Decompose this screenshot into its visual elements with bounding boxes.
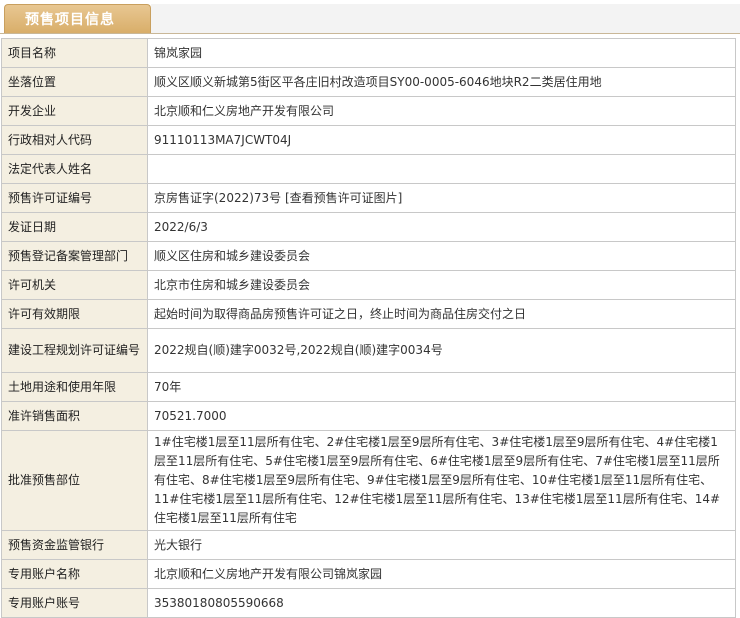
table-row: 建设工程规划许可证编号 2022规自(顺)建字0032号,2022规自(顺)建字… bbox=[1, 328, 736, 373]
row-label: 建设工程规划许可证编号 bbox=[1, 328, 148, 373]
row-value: 锦岚家园 bbox=[147, 38, 736, 68]
table-row: 项目名称 锦岚家园 bbox=[1, 38, 736, 68]
table-row: 专用账户名称 北京顺和仁义房地产开发有限公司锦岚家园 bbox=[1, 559, 736, 589]
row-value: 光大银行 bbox=[147, 530, 736, 560]
row-label: 预售许可证编号 bbox=[1, 183, 148, 213]
row-value bbox=[147, 154, 736, 184]
tab-bar-background bbox=[151, 4, 740, 34]
row-value: 北京市住房和城乡建设委员会 bbox=[147, 270, 736, 300]
row-label: 预售资金监管银行 bbox=[1, 530, 148, 560]
row-value: 1#住宅楼1层至11层所有住宅、2#住宅楼1层至9层所有住宅、3#住宅楼1层至9… bbox=[147, 430, 736, 531]
table-row: 许可有效期限 起始时间为取得商品房预售许可证之日，终止时间为商品住房交付之日 bbox=[1, 299, 736, 329]
row-label: 土地用途和使用年限 bbox=[1, 372, 148, 402]
tab-bar: 预售项目信息 bbox=[0, 0, 740, 34]
row-label: 许可机关 bbox=[1, 270, 148, 300]
row-value: 起始时间为取得商品房预售许可证之日，终止时间为商品住房交付之日 bbox=[147, 299, 736, 329]
table-row: 预售许可证编号 京房售证字(2022)73号 [查看预售许可证图片] bbox=[1, 183, 736, 213]
row-value: 91110113MA7JCWT04J bbox=[147, 125, 736, 155]
row-label: 专用账户名称 bbox=[1, 559, 148, 589]
row-label: 许可有效期限 bbox=[1, 299, 148, 329]
row-value: 北京顺和仁义房地产开发有限公司 bbox=[147, 96, 736, 126]
tab-bar-divider bbox=[0, 33, 740, 34]
project-info-table: 项目名称 锦岚家园 坐落位置 顺义区顺义新城第5街区平各庄旧村改造项目SY00-… bbox=[1, 38, 736, 618]
row-label: 开发企业 bbox=[1, 96, 148, 126]
row-label: 法定代表人姓名 bbox=[1, 154, 148, 184]
row-label: 坐落位置 bbox=[1, 67, 148, 97]
row-value: 2022/6/3 bbox=[147, 212, 736, 242]
table-row: 发证日期 2022/6/3 bbox=[1, 212, 736, 242]
row-value: 70年 bbox=[147, 372, 736, 402]
table-row: 土地用途和使用年限 70年 bbox=[1, 372, 736, 402]
row-value: 2022规自(顺)建字0032号,2022规自(顺)建字0034号 bbox=[147, 328, 736, 373]
table-row: 批准预售部位 1#住宅楼1层至11层所有住宅、2#住宅楼1层至9层所有住宅、3#… bbox=[1, 430, 736, 531]
row-label: 批准预售部位 bbox=[1, 430, 148, 531]
row-label: 发证日期 bbox=[1, 212, 148, 242]
presale-info-panel: 预售项目信息 项目名称 锦岚家园 坐落位置 顺义区顺义新城第5街区平各庄旧村改造… bbox=[0, 0, 740, 618]
row-value: 35380180805590668 bbox=[147, 588, 736, 618]
table-row: 许可机关 北京市住房和城乡建设委员会 bbox=[1, 270, 736, 300]
table-row: 准许销售面积 70521.7000 bbox=[1, 401, 736, 431]
table-row: 法定代表人姓名 bbox=[1, 154, 736, 184]
row-value: 顺义区住房和城乡建设委员会 bbox=[147, 241, 736, 271]
table-row: 预售登记备案管理部门 顺义区住房和城乡建设委员会 bbox=[1, 241, 736, 271]
row-value: 北京顺和仁义房地产开发有限公司锦岚家园 bbox=[147, 559, 736, 589]
row-label: 专用账户账号 bbox=[1, 588, 148, 618]
row-label: 预售登记备案管理部门 bbox=[1, 241, 148, 271]
table-row: 坐落位置 顺义区顺义新城第5街区平各庄旧村改造项目SY00-0005-6046地… bbox=[1, 67, 736, 97]
row-label: 行政相对人代码 bbox=[1, 125, 148, 155]
row-value: 70521.7000 bbox=[147, 401, 736, 431]
table-row: 开发企业 北京顺和仁义房地产开发有限公司 bbox=[1, 96, 736, 126]
row-value: 顺义区顺义新城第5街区平各庄旧村改造项目SY00-0005-6046地块R2二类… bbox=[147, 67, 736, 97]
row-label: 项目名称 bbox=[1, 38, 148, 68]
presale-license-number[interactable]: 京房售证字(2022)73号 [查看预售许可证图片] bbox=[147, 183, 736, 213]
row-label: 准许销售面积 bbox=[1, 401, 148, 431]
table-row: 行政相对人代码 91110113MA7JCWT04J bbox=[1, 125, 736, 155]
table-row: 预售资金监管银行 光大银行 bbox=[1, 530, 736, 560]
table-row: 专用账户账号 35380180805590668 bbox=[1, 588, 736, 618]
tab-presale-project-info[interactable]: 预售项目信息 bbox=[4, 4, 151, 34]
